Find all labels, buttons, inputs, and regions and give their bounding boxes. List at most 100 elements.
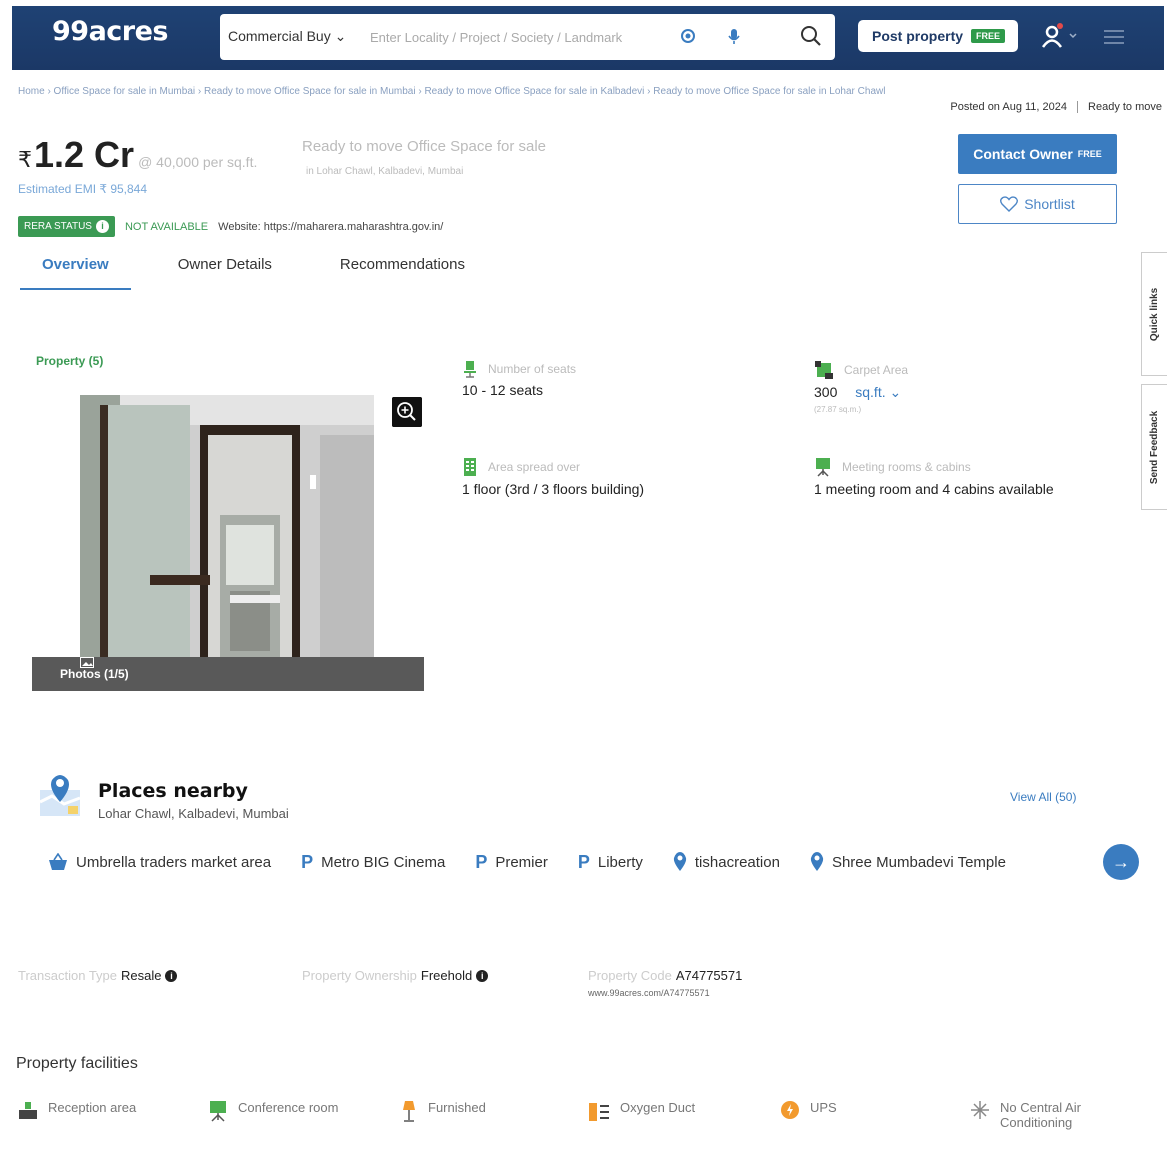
transaction-type-label: Transaction Type — [18, 968, 117, 983]
breadcrumb[interactable]: Home › Office Space for sale in Mumbai ›… — [18, 86, 1158, 97]
facility-item: Conference room — [208, 1100, 338, 1122]
facility-item: Furnished — [400, 1100, 486, 1122]
quick-links-label: Quick links — [1149, 287, 1161, 341]
facility-item: Oxygen Duct — [588, 1100, 695, 1122]
map-pin-icon — [39, 775, 81, 816]
divider — [1077, 101, 1079, 113]
rera-website[interactable]: Website: https://maharera.maharashtra.go… — [218, 221, 443, 233]
facility-item: UPS — [780, 1100, 837, 1120]
spec-carpet-area: Carpet Area 300 sq.ft. ⌄ (27.87 sq.m.) — [814, 360, 908, 414]
search-icon[interactable] — [798, 23, 824, 49]
post-property-button[interactable]: Post property FREE — [858, 20, 1018, 52]
spec-seats-label: Number of seats — [488, 362, 577, 376]
rera-status-badge[interactable]: RERA STATUS i — [18, 216, 115, 237]
zoom-in-icon[interactable] — [392, 397, 422, 427]
place-item[interactable]: P Liberty — [578, 852, 643, 873]
search-category-label: Commercial Buy — [228, 28, 331, 44]
currency-symbol: ₹ — [18, 147, 32, 172]
area-unit-dropdown[interactable]: sq.ft. ⌄ — [855, 384, 901, 400]
meeting-room-icon — [816, 458, 830, 477]
ups-icon — [781, 1101, 799, 1119]
locate-me-icon[interactable] — [678, 26, 698, 46]
location-pin-icon — [810, 852, 824, 871]
carousel-next-button[interactable]: → — [1103, 844, 1139, 880]
places-nearby-subtitle: Lohar Chawl, Kalbadevi, Mumbai — [98, 806, 289, 821]
send-feedback-tab[interactable]: Send Feedback — [1141, 384, 1167, 510]
facility-label: Furnished — [428, 1100, 486, 1115]
property-code-url[interactable]: www.99acres.com/A74775571 — [588, 988, 710, 998]
section-tabs: Overview Owner Details Recommendations — [20, 250, 533, 290]
ownership-label: Property Ownership — [302, 968, 417, 983]
chair-icon — [464, 361, 476, 378]
photos-counter-bar[interactable]: Photos (1/5) — [32, 657, 424, 691]
chevron-down-icon: ⌄ — [889, 384, 902, 400]
shortlist-label: Shortlist — [1024, 196, 1075, 212]
quick-links-tab[interactable]: Quick links — [1141, 252, 1167, 376]
facility-label: UPS — [810, 1100, 837, 1115]
facility-label: Oxygen Duct — [620, 1100, 696, 1115]
tab-owner-details[interactable]: Owner Details — [178, 250, 272, 290]
free-badge: FREE — [1077, 149, 1102, 159]
places-nearby-title: Places nearby — [98, 780, 248, 802]
place-item[interactable]: Shree Mumbadevi Temple — [810, 852, 1006, 872]
image-icon — [80, 657, 94, 668]
place-name: Metro BIG Cinema — [321, 853, 446, 871]
post-property-label: Post property — [872, 28, 964, 44]
ownership-value: Freehold — [420, 968, 473, 983]
tab-overview[interactable]: Overview — [20, 250, 131, 290]
arrow-right-icon: → — [1112, 851, 1130, 872]
facility-label: Reception area — [48, 1100, 137, 1115]
photos-count-label: Photos (1/5) — [60, 667, 129, 681]
property-title: Ready to move Office Space for sale — [302, 138, 547, 155]
posted-info: Posted on Aug 11, 2024 Ready to move — [950, 101, 1162, 113]
info-icon[interactable]: i — [476, 969, 489, 982]
price-value: 1.2 Cr — [34, 134, 135, 175]
spec-floors: Area spread over 1 floor (3rd / 3 floors… — [462, 457, 644, 497]
place-item[interactable]: P Metro BIG Cinema — [301, 852, 445, 873]
place-item[interactable]: P Premier — [475, 852, 548, 873]
place-item[interactable]: tishacreation — [673, 852, 780, 872]
posted-date: Posted on Aug 11, 2024 — [950, 101, 1068, 113]
info-icon: i — [95, 220, 109, 233]
search-category-dropdown[interactable]: Commercial Buy ⌄ — [228, 28, 346, 45]
info-icon[interactable]: i — [165, 969, 178, 982]
rera-value: NOT AVAILABLE — [124, 220, 209, 233]
price-per-sqft: @ 40,000 per sq.ft. — [138, 154, 258, 170]
facility-label: No Central Air Conditioning — [1000, 1100, 1081, 1130]
spec-floors-value: 1 floor (3rd / 3 floors building) — [462, 481, 645, 497]
user-account-icon[interactable] — [1040, 22, 1080, 50]
emi-link[interactable]: Estimated EMI ₹ 95,844 — [18, 182, 147, 196]
hamburger-menu-icon[interactable] — [1104, 28, 1126, 46]
property-code-label: Property Code — [588, 968, 672, 983]
site-logo[interactable]: 99acres — [52, 16, 169, 47]
furnished-icon — [403, 1101, 415, 1122]
spec-carpet-sqm: (27.87 sq.m.) — [814, 405, 862, 414]
place-item[interactable]: Umbrella traders market area — [48, 853, 271, 871]
heart-icon — [1000, 196, 1019, 212]
contact-owner-label: Contact Owner — [973, 146, 1073, 162]
parking-icon: P — [301, 851, 314, 872]
free-badge: FREE — [971, 29, 1006, 43]
property-ownership: Property Ownership Freehold i — [302, 968, 489, 983]
ac-icon — [971, 1101, 989, 1119]
spec-seats: Number of seats 10 - 12 seats — [462, 360, 576, 398]
carpet-area-icon — [815, 361, 833, 379]
shopping-basket-icon — [49, 853, 67, 870]
search-input[interactable] — [370, 24, 675, 50]
transaction-type-value: Resale — [121, 968, 162, 983]
place-name: Umbrella traders market area — [76, 853, 272, 871]
microphone-icon[interactable] — [724, 26, 744, 46]
shortlist-button[interactable]: Shortlist — [958, 184, 1117, 224]
contact-owner-button[interactable]: Contact Owner FREE — [958, 134, 1117, 174]
tab-recommendations[interactable]: Recommendations — [340, 250, 465, 290]
property-code-value: A74775571 — [675, 968, 743, 983]
spec-seats-value: 10 - 12 seats — [462, 382, 543, 398]
parking-icon: P — [577, 851, 590, 872]
spec-carpet-value: 300 — [814, 384, 838, 400]
top-header: 99acres Commercial Buy ⌄ Post property F… — [12, 6, 1164, 70]
place-name: Shree Mumbadevi Temple — [831, 853, 1006, 871]
view-all-link[interactable]: View All (50) — [1010, 790, 1076, 804]
building-icon — [464, 458, 476, 476]
property-address: in Lohar Chawl, Kalbadevi, Mumbai — [306, 166, 464, 177]
property-photo[interactable]: Photos (1/5) — [32, 395, 424, 691]
